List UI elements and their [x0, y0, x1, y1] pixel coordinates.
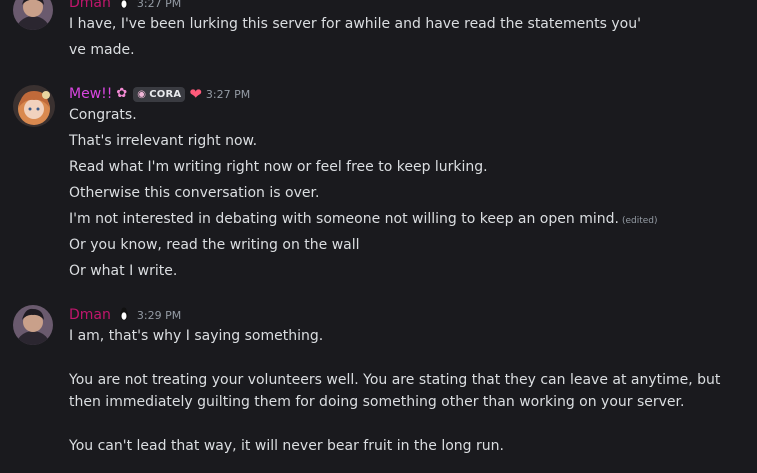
penguin-icon	[119, 306, 129, 325]
username-dman[interactable]: Dman	[69, 307, 111, 323]
message-group-dman: Dman 3:29 PM I am, that's why I saying s…	[0, 0, 757, 473]
message-line: then immediately guilting them for doing…	[69, 394, 685, 410]
message-line: You are not treating your volunteers wel…	[69, 372, 721, 388]
message-line: I am, that's why I saying something.	[69, 328, 324, 344]
chat-messages: Dman 3:27 PM I have, I've been lurking t…	[0, 0, 757, 473]
timestamp[interactable]: 3:29 PM	[137, 309, 181, 322]
message-line: You can't lead that way, it will never b…	[69, 438, 504, 454]
avatar-dman[interactable]	[13, 305, 53, 345]
message-header: Dman 3:29 PM	[69, 305, 181, 325]
